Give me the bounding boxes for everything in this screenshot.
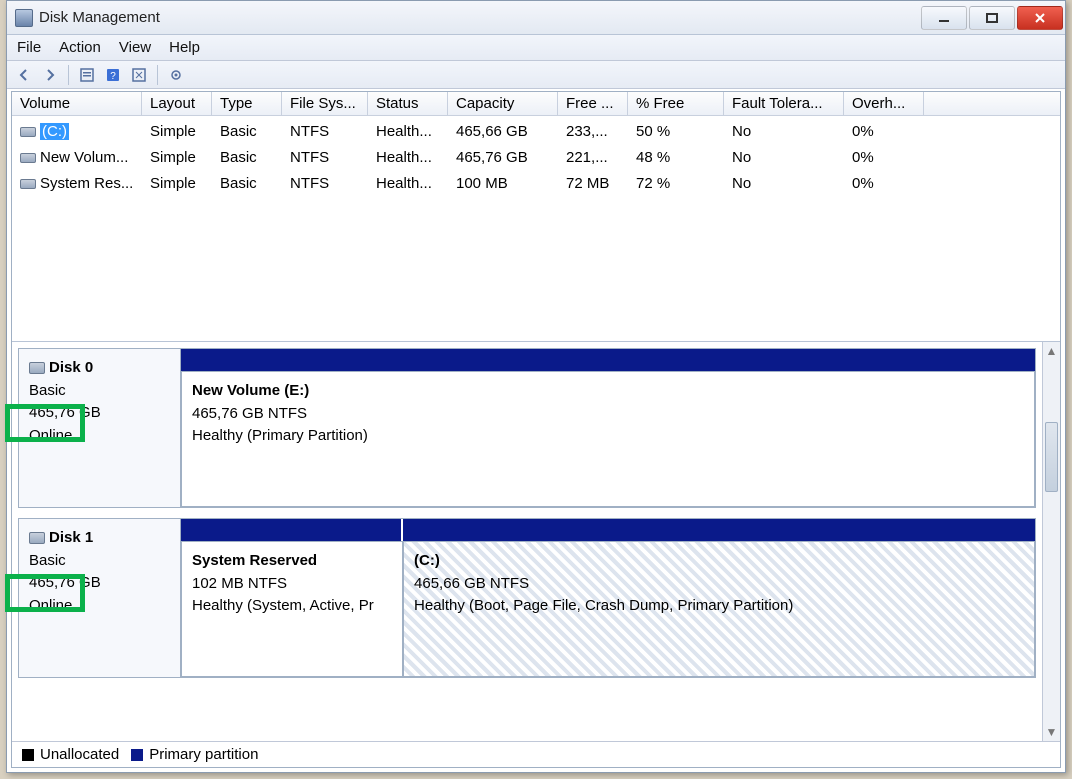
col-status[interactable]: Status xyxy=(368,92,448,115)
col-fault[interactable]: Fault Tolera... xyxy=(724,92,844,115)
table-header: Volume Layout Type File Sys... Status Ca… xyxy=(12,92,1060,116)
disk-management-window: Disk Management File Action View Help xyxy=(6,0,1066,773)
titlebar[interactable]: Disk Management xyxy=(7,1,1065,35)
scrollbar[interactable]: ▲ ▼ xyxy=(1042,342,1060,741)
menu-help[interactable]: Help xyxy=(169,39,200,56)
partition[interactable]: System Reserved102 MB NTFSHealthy (Syste… xyxy=(181,541,403,677)
col-filesys[interactable]: File Sys... xyxy=(282,92,368,115)
drive-icon xyxy=(20,179,36,189)
menu-file[interactable]: File xyxy=(17,39,41,56)
scroll-down[interactable]: ▼ xyxy=(1043,723,1060,741)
scroll-up[interactable]: ▲ xyxy=(1043,342,1060,360)
partition[interactable]: (C:)465,66 GB NTFSHealthy (Boot, Page Fi… xyxy=(403,541,1035,677)
menubar: File Action View Help xyxy=(7,35,1065,61)
highlight-box-1 xyxy=(5,404,85,442)
back-button[interactable] xyxy=(13,64,35,86)
disk-icon xyxy=(29,532,45,544)
content-area: Volume Layout Type File Sys... Status Ca… xyxy=(11,91,1061,768)
minimize-button[interactable] xyxy=(921,6,967,30)
col-layout[interactable]: Layout xyxy=(142,92,212,115)
col-free[interactable]: Free ... xyxy=(558,92,628,115)
maximize-button[interactable] xyxy=(969,6,1015,30)
disk-block: Disk 0Basic465,76 GBOnlineNew Volume (E:… xyxy=(18,348,1036,508)
drive-icon xyxy=(20,153,36,163)
col-capacity[interactable]: Capacity xyxy=(448,92,558,115)
col-volume[interactable]: Volume xyxy=(12,92,142,115)
menu-action[interactable]: Action xyxy=(59,39,101,56)
disk-block: Disk 1Basic465,76 GBOnlineSystem Reserve… xyxy=(18,518,1036,678)
legend: Unallocated Primary partition xyxy=(12,741,1060,767)
properties-button[interactable] xyxy=(76,64,98,86)
table-row[interactable]: New Volum...SimpleBasicNTFSHealth...465,… xyxy=(12,144,1060,170)
volume-table: Volume Layout Type File Sys... Status Ca… xyxy=(12,92,1060,342)
col-pctfree[interactable]: % Free xyxy=(628,92,724,115)
app-icon xyxy=(15,9,33,27)
settings-button[interactable] xyxy=(165,64,187,86)
col-overhead[interactable]: Overh... xyxy=(844,92,924,115)
table-row[interactable]: System Res...SimpleBasicNTFSHealth...100… xyxy=(12,170,1060,196)
partition[interactable]: New Volume (E:)465,76 GB NTFSHealthy (Pr… xyxy=(181,371,1035,507)
toolbar: ? xyxy=(7,61,1065,89)
help-button[interactable]: ? xyxy=(102,64,124,86)
menu-view[interactable]: View xyxy=(119,39,151,56)
legend-unallocated: Unallocated xyxy=(22,746,119,763)
disk-icon xyxy=(29,362,45,374)
drive-icon xyxy=(20,127,36,137)
scroll-thumb[interactable] xyxy=(1045,422,1058,492)
table-row[interactable]: (C:)SimpleBasicNTFSHealth...465,66 GB233… xyxy=(12,118,1060,144)
close-button[interactable] xyxy=(1017,6,1063,30)
highlight-box-2 xyxy=(5,574,85,612)
window-title: Disk Management xyxy=(39,9,921,26)
legend-primary: Primary partition xyxy=(131,746,258,763)
col-type[interactable]: Type xyxy=(212,92,282,115)
disk-pane: Disk 0Basic465,76 GBOnlineNew Volume (E:… xyxy=(12,342,1060,741)
svg-text:?: ? xyxy=(110,71,116,82)
forward-button[interactable] xyxy=(39,64,61,86)
refresh-button[interactable] xyxy=(128,64,150,86)
